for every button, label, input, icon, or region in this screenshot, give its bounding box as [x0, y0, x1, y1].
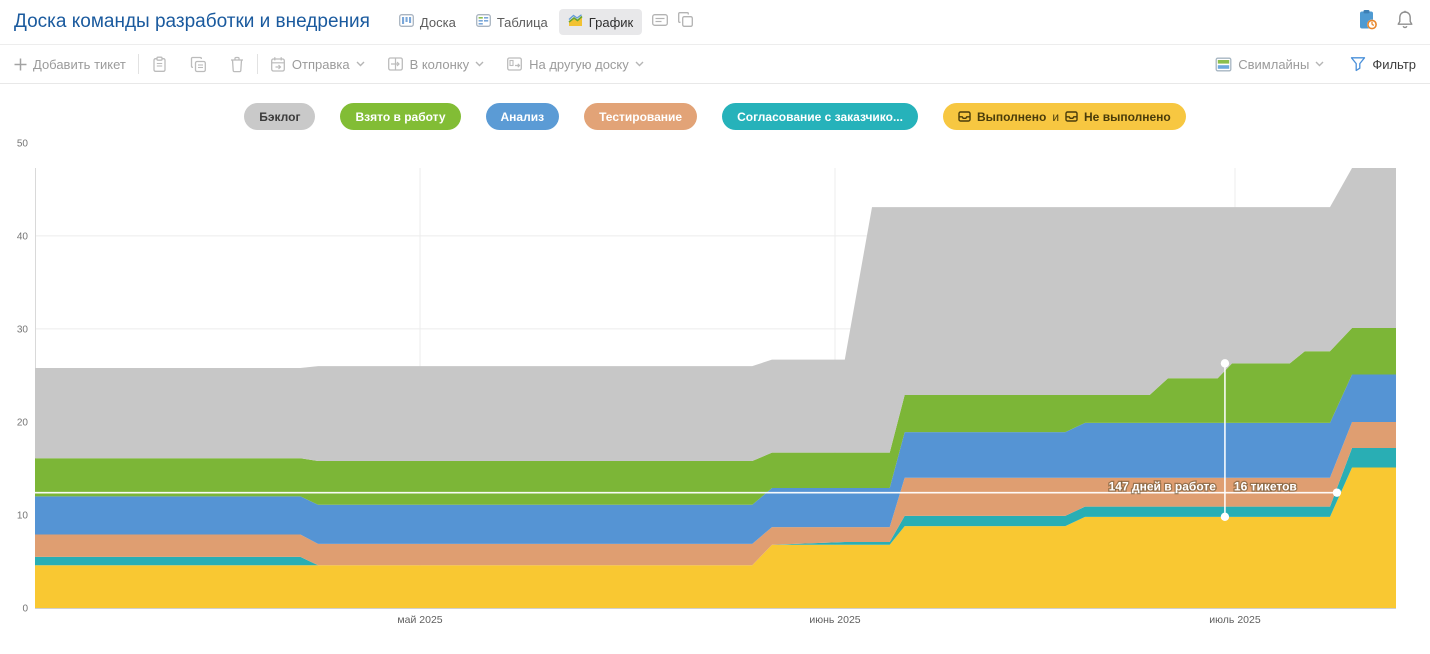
plus-icon [14, 58, 27, 71]
top-header: Доска команды разработки и внедрения Дос… [0, 0, 1430, 45]
svg-text:16 тикетов: 16 тикетов [1234, 480, 1297, 494]
legend-chip-backlog[interactable]: Бэклог [244, 103, 315, 130]
legend-chip-client-approval[interactable]: Согласование с заказчико... [722, 103, 918, 130]
board-icon [399, 14, 414, 30]
svg-text:20: 20 [17, 417, 29, 428]
svg-text:30: 30 [17, 324, 29, 335]
cumulative-flow-chart[interactable]: 0 10 20 30 40 50 май 2025 июнь 2025 июль 2025 147… [0, 137, 1430, 654]
duplicate-icon [190, 56, 207, 73]
chart-icon [568, 14, 583, 30]
tab-chart[interactable]: График [559, 9, 642, 35]
timer-clipboard-icon [1358, 9, 1378, 31]
chevron-down-icon [356, 61, 365, 67]
paste-button[interactable] [151, 56, 168, 73]
legend-chip-analysis[interactable]: Анализ [486, 103, 560, 130]
not-done-tray-icon [1065, 111, 1078, 122]
tab-board[interactable]: Доска [390, 9, 465, 35]
bell-icon [1396, 10, 1414, 30]
funnel-icon [1350, 56, 1366, 72]
trash-icon [229, 56, 245, 73]
table-icon [476, 14, 491, 30]
filter-button[interactable]: Фильтр [1350, 56, 1416, 72]
legend-chip-testing[interactable]: Тестирование [584, 103, 697, 130]
page-title: Доска команды разработки и внедрения [14, 11, 370, 33]
header-right-actions [1358, 9, 1414, 36]
to-column-dropdown[interactable]: В колонку [387, 56, 485, 72]
svg-text:июнь 2025: июнь 2025 [809, 614, 860, 626]
column-move-icon [387, 56, 404, 72]
duplicate-view-button[interactable] [678, 12, 693, 32]
chart-legend: Бэклог Взято в работу Анализ Тестировани… [0, 103, 1430, 130]
svg-text:10: 10 [17, 510, 29, 521]
toolbar-divider [138, 54, 139, 74]
chevron-down-icon [1315, 61, 1324, 67]
svg-text:40: 40 [17, 231, 29, 242]
calendar-send-icon [270, 56, 286, 73]
svg-text:50: 50 [17, 138, 29, 149]
toolbar-right: Свимлайны Фильтр [1215, 56, 1416, 72]
svg-text:май 2025: май 2025 [397, 614, 442, 626]
legend-chip-done[interactable]: Выполнено и Не выполнено [943, 103, 1186, 130]
delete-button[interactable] [229, 56, 245, 73]
legend-chip-in-progress[interactable]: Взято в работу [340, 103, 460, 130]
toolbar-divider [257, 54, 258, 74]
swimlanes-dropdown[interactable]: Свимлайны [1215, 57, 1324, 72]
card-view-button[interactable] [652, 13, 668, 32]
chevron-down-icon [475, 61, 484, 67]
notifications-button[interactable] [1396, 10, 1414, 35]
duplicate-button[interactable] [190, 56, 207, 73]
send-dropdown[interactable]: Отправка [270, 56, 365, 73]
chevron-down-icon [635, 61, 644, 67]
paste-icon [151, 56, 168, 73]
view-tabs: Доска Таблица График [390, 9, 642, 35]
chart-area: 0 10 20 30 40 50 май 2025 июнь 2025 июль 2025 147… [0, 137, 1430, 654]
add-ticket-button[interactable]: Добавить тикет [14, 57, 126, 72]
card-icon [652, 13, 668, 32]
done-tray-icon [958, 111, 971, 122]
board-toolbar: Добавить тикет Отправка В колонку На дру… [0, 45, 1430, 84]
to-board-dropdown[interactable]: На другую доску [506, 56, 644, 72]
tab-table[interactable]: Таблица [467, 9, 557, 35]
svg-text:147 дней в работе: 147 дней в работе [1109, 480, 1217, 494]
svg-text:0: 0 [22, 604, 28, 615]
swimlane-icon [1215, 57, 1232, 72]
time-report-button[interactable] [1358, 9, 1378, 36]
copy-icon [678, 12, 693, 32]
svg-text:июль 2025: июль 2025 [1209, 614, 1261, 626]
board-move-icon [506, 56, 523, 72]
